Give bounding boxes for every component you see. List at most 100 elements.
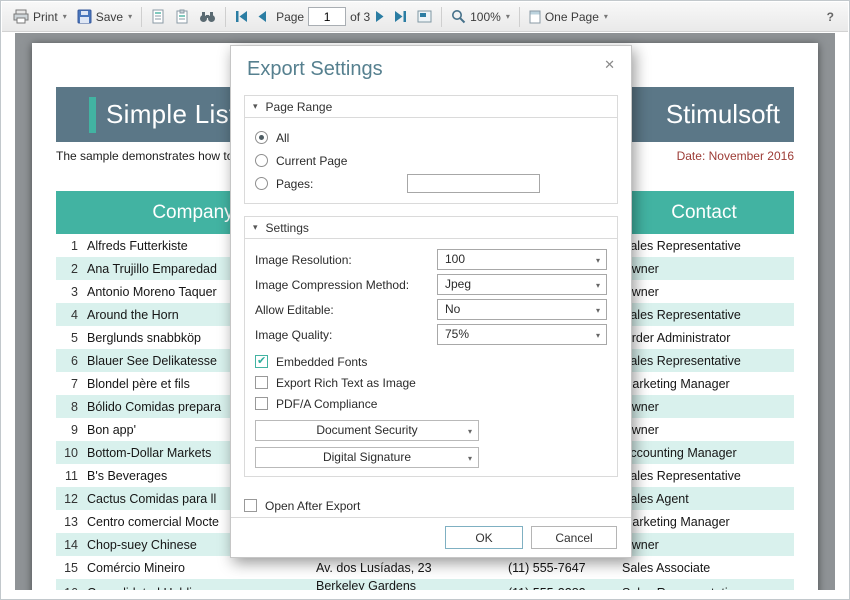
chevron-down-icon: ▾ bbox=[604, 12, 608, 21]
view-mode-dropdown[interactable]: One Page ▾ bbox=[524, 7, 613, 27]
document-security-button[interactable]: Document Security ▾ bbox=[255, 420, 479, 441]
image-quality-select[interactable]: 75% ▾ bbox=[437, 324, 607, 345]
checkbox-icon[interactable] bbox=[244, 499, 257, 512]
image-resolution-select[interactable]: 100 ▾ bbox=[437, 249, 607, 270]
allow-editable-label: Allow Editable: bbox=[255, 303, 437, 317]
column-header-contact: Contact bbox=[614, 202, 794, 224]
pages-range-input[interactable] bbox=[407, 174, 540, 193]
radio-all-label: All bbox=[276, 131, 289, 145]
checkbox-icon[interactable] bbox=[255, 397, 268, 410]
page-range-label: Page Range bbox=[266, 100, 333, 114]
radio-icon[interactable] bbox=[255, 154, 268, 167]
cell-num: 15 bbox=[56, 561, 78, 575]
save-label: Save bbox=[96, 10, 123, 24]
page-range-body: All Current Page Pages: bbox=[245, 118, 617, 203]
one-page-icon bbox=[529, 10, 541, 24]
radio-current-page[interactable]: Current Page bbox=[255, 149, 607, 172]
close-icon[interactable]: ✕ bbox=[599, 55, 620, 75]
image-compression-value: Jpeg bbox=[445, 277, 471, 291]
image-compression-select[interactable]: Jpeg ▾ bbox=[437, 274, 607, 295]
zoom-dropdown[interactable]: 100% ▾ bbox=[446, 6, 515, 27]
pdfa-compliance-checkbox-row[interactable]: PDF/A Compliance bbox=[255, 393, 607, 414]
cancel-button[interactable]: Cancel bbox=[531, 526, 617, 549]
page-label: Page bbox=[276, 10, 304, 24]
digital-signature-label: Digital Signature bbox=[323, 450, 411, 464]
dialog-body: ▾ Page Range All Current Page Pages: bbox=[231, 87, 631, 477]
settings-header[interactable]: ▾ Settings bbox=[245, 217, 617, 239]
next-page-button[interactable] bbox=[370, 8, 389, 25]
radio-icon[interactable] bbox=[255, 131, 268, 144]
toolbar-separator bbox=[225, 7, 226, 27]
cell-num: 5 bbox=[56, 331, 78, 345]
settings-body: Image Resolution: 100 ▾ Image Compressio… bbox=[245, 239, 617, 476]
export-rich-text-checkbox-row[interactable]: Export Rich Text as Image bbox=[255, 372, 607, 393]
printer-icon bbox=[13, 9, 29, 24]
find-button[interactable] bbox=[194, 7, 221, 26]
cell-contact: Sales Agent bbox=[614, 492, 794, 506]
checkbox-icon[interactable] bbox=[255, 376, 268, 389]
embedded-fonts-label: Embedded Fonts bbox=[276, 355, 367, 369]
cell-contact: Sales Representative bbox=[614, 354, 794, 368]
report-date: Date: November 2016 bbox=[677, 149, 794, 163]
collapse-arrow-icon: ▾ bbox=[253, 222, 258, 233]
cell-num: 6 bbox=[56, 354, 78, 368]
chevron-down-icon: ▾ bbox=[128, 12, 132, 21]
accent-bar bbox=[89, 97, 96, 133]
last-page-icon bbox=[394, 11, 407, 22]
floppy-icon bbox=[77, 9, 92, 24]
cell-num: 4 bbox=[56, 308, 78, 322]
first-page-button[interactable] bbox=[230, 8, 253, 25]
radio-all[interactable]: All bbox=[255, 126, 607, 149]
pages-total-label: of 3 bbox=[350, 10, 370, 24]
first-page-icon bbox=[235, 11, 248, 22]
chevron-down-icon: ▾ bbox=[506, 12, 510, 21]
toolbar: Print ▾ Save ▾ Page of 3 bbox=[2, 2, 848, 32]
save-button[interactable]: Save ▾ bbox=[72, 6, 137, 27]
image-quality-label: Image Quality: bbox=[255, 328, 437, 342]
full-screen-button[interactable] bbox=[412, 7, 437, 26]
previous-page-button[interactable] bbox=[253, 8, 272, 25]
toolbar-separator bbox=[519, 7, 520, 27]
allow-editable-select[interactable]: No ▾ bbox=[437, 299, 607, 320]
report-description: The sample demonstrates how to bbox=[56, 149, 233, 163]
radio-current-page-label: Current Page bbox=[276, 154, 347, 168]
parameters-button[interactable] bbox=[170, 6, 194, 27]
last-page-button[interactable] bbox=[389, 8, 412, 25]
ok-button[interactable]: OK bbox=[445, 526, 523, 549]
bookmarks-button[interactable] bbox=[146, 6, 170, 27]
page-range-section: ▾ Page Range All Current Page Pages: bbox=[244, 95, 618, 204]
cell-contact: Owner bbox=[614, 538, 794, 552]
chevron-down-icon: ▾ bbox=[468, 448, 472, 469]
image-resolution-label: Image Resolution: bbox=[255, 253, 437, 267]
radio-pages-label: Pages: bbox=[276, 177, 313, 191]
image-compression-label: Image Compression Method: bbox=[255, 278, 437, 292]
embedded-fonts-checkbox-row[interactable]: Embedded Fonts bbox=[255, 351, 607, 372]
cell-contact: Sales Representative bbox=[614, 586, 794, 590]
checkbox-icon[interactable] bbox=[255, 355, 268, 368]
image-quality-row: Image Quality: 75% ▾ bbox=[255, 322, 607, 347]
radio-icon[interactable] bbox=[255, 177, 268, 190]
next-page-icon bbox=[375, 11, 384, 22]
help-button[interactable]: ? bbox=[819, 10, 842, 24]
page-number-input[interactable] bbox=[308, 7, 346, 26]
cell-num: 11 bbox=[56, 469, 78, 483]
zoom-value: 100% bbox=[470, 10, 501, 24]
print-button[interactable]: Print ▾ bbox=[8, 6, 72, 27]
chevron-down-icon: ▾ bbox=[63, 12, 67, 21]
binoculars-icon bbox=[199, 10, 216, 23]
cell-num: 16 bbox=[56, 586, 78, 590]
open-after-export-checkbox-row[interactable]: Open After Export bbox=[244, 495, 618, 516]
open-after-export-row: Open After Export bbox=[231, 489, 631, 516]
page-range-header[interactable]: ▾ Page Range bbox=[245, 96, 617, 118]
digital-signature-button[interactable]: Digital Signature ▾ bbox=[255, 447, 479, 468]
chevron-down-icon: ▾ bbox=[468, 421, 472, 442]
open-after-export-label: Open After Export bbox=[265, 499, 360, 513]
full-screen-icon bbox=[417, 10, 432, 23]
allow-editable-row: Allow Editable: No ▾ bbox=[255, 297, 607, 322]
cell-num: 8 bbox=[56, 400, 78, 414]
chevron-down-icon: ▾ bbox=[596, 325, 600, 346]
pdfa-compliance-label: PDF/A Compliance bbox=[276, 397, 377, 411]
export-rich-text-label: Export Rich Text as Image bbox=[276, 376, 416, 390]
image-resolution-value: 100 bbox=[445, 252, 465, 266]
radio-pages[interactable]: Pages: bbox=[255, 172, 607, 195]
